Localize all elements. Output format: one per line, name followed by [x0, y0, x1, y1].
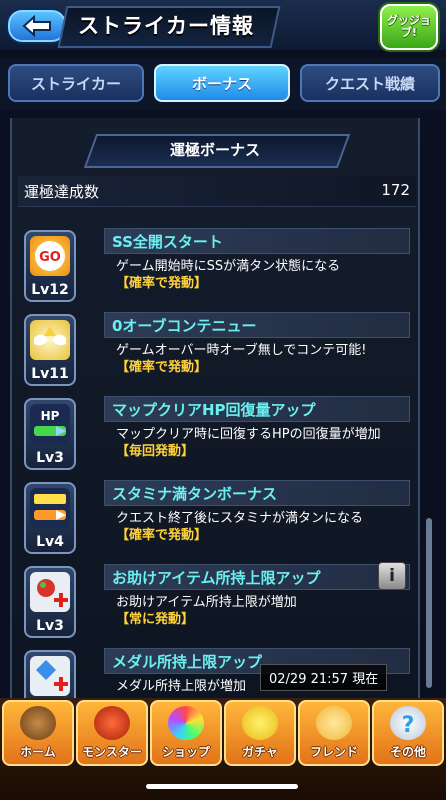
svg-text:GO: GO: [39, 250, 61, 265]
bonus-item[interactable]: GO Lv12 SS全開スタート ゲーム開始時にSSが満タン状態になる 【確率で…: [18, 228, 418, 308]
good-job-button[interactable]: グッジョブ!: [380, 4, 438, 50]
nav-label: フレンド: [309, 745, 358, 759]
panel-title: 運極ボーナス: [169, 141, 260, 159]
back-arrow-icon: [22, 15, 51, 37]
luck-count-label: 運極達成数: [24, 183, 100, 201]
nav-gacha-button[interactable]: ガチャ: [224, 700, 296, 766]
home-indicator[interactable]: [146, 784, 298, 789]
friend-icon: [316, 706, 352, 740]
stamina-gauge-icon: [30, 488, 70, 528]
bonus-trigger: 【確率で発動】: [116, 360, 208, 375]
nav-label: ホーム: [20, 745, 56, 759]
bonus-trigger: 【確率で発動】: [116, 276, 208, 291]
bonus-desc: メダル所持上限が増加: [116, 679, 247, 694]
bonus-level: Lv11: [31, 366, 69, 382]
bonus-icon-frame: GO Lv12: [24, 230, 76, 302]
bonus-icon-frame: HP Lv3: [24, 398, 76, 470]
tab-quest-record[interactable]: クエスト戦績: [300, 64, 440, 102]
bonus-name: SS全開スタート: [112, 233, 223, 251]
scrollbar[interactable]: [426, 518, 432, 688]
hp-gauge-icon: HP: [30, 404, 70, 444]
tab-quest-record-label: クエスト戦績: [324, 74, 415, 93]
svg-text:?: ?: [402, 713, 415, 738]
winged-orb-icon: [30, 320, 70, 360]
bonus-item[interactable]: Lv3 お助けアイテム所持上限アップ i お助けアイテム所持上限が増加 【常に発…: [18, 562, 418, 644]
bonus-name: 0オーブコンテニュー: [112, 317, 257, 335]
nav-label: モンスター: [82, 745, 142, 759]
tab-bonus-label: ボーナス: [191, 74, 252, 93]
nav-other-button[interactable]: ? その他: [372, 700, 444, 766]
nav-label: その他: [389, 745, 426, 759]
bonus-item[interactable]: Lv4 スタミナ満タンボーナス クエスト終了後にスタミナが満タンになる 【確率で…: [18, 480, 418, 560]
bonus-name: メダル所持上限アップ: [112, 653, 263, 671]
other-icon: ?: [390, 706, 426, 740]
bonus-icon-frame: Lv4: [24, 482, 76, 554]
nav-friend-button[interactable]: フレンド: [298, 700, 370, 766]
info-button[interactable]: i: [378, 562, 406, 590]
bonus-trigger: 【毎回発動】: [116, 444, 195, 459]
bonus-item[interactable]: HP Lv3 マップクリアHP回復量アップ マップクリア時に回復するHPの回復量…: [18, 396, 418, 476]
bonus-trigger: 【確率で発動】: [116, 528, 208, 543]
bonus-name: スタミナ満タンボーナス: [112, 485, 278, 503]
bonus-item[interactable]: Lv11 0オーブコンテニュー ゲームオーバー時オーブ無しでコンテ可能! 【確率…: [18, 312, 418, 392]
tab-striker-label: ストライカー: [30, 74, 121, 93]
nav-label: ガチャ: [242, 745, 278, 759]
timestamp: 02/29 21:57 現在: [260, 664, 388, 691]
luck-count-value: 172: [381, 181, 410, 199]
monster-icon: [94, 706, 130, 740]
bonus-icon-frame: Lv11: [24, 314, 76, 386]
bonus-level: Lv3: [36, 618, 64, 634]
shop-orb-icon: [168, 706, 204, 740]
bonus-level: Lv12: [31, 282, 69, 298]
page-title: ストライカー情報: [78, 14, 254, 38]
tab-striker[interactable]: ストライカー: [8, 64, 144, 102]
bonus-level: Lv3: [36, 450, 64, 466]
bonus-trigger: 【常に発動】: [116, 612, 195, 627]
gacha-icon: [242, 706, 278, 740]
go-badge-icon: GO: [30, 236, 70, 276]
good-job-label: グッジョブ!: [387, 14, 431, 39]
bonus-icon-frame: Lv3: [24, 566, 76, 638]
nav-shop-button[interactable]: ショップ: [150, 700, 222, 766]
tab-bonus[interactable]: ボーナス: [154, 64, 290, 102]
home-icon: [20, 706, 56, 740]
nav-monster-button[interactable]: モンスター: [76, 700, 148, 766]
nav-home-button[interactable]: ホーム: [2, 700, 74, 766]
medal-plus-icon: [30, 656, 70, 696]
bonus-icon-frame: [24, 650, 76, 698]
svg-text:HP: HP: [41, 409, 60, 423]
bonus-level: Lv4: [36, 534, 64, 550]
bonus-name: マップクリアHP回復量アップ: [112, 401, 316, 419]
nav-label: ショップ: [161, 745, 210, 759]
help-item-plus-icon: [30, 572, 70, 612]
bonus-name: お助けアイテム所持上限アップ: [112, 569, 321, 587]
